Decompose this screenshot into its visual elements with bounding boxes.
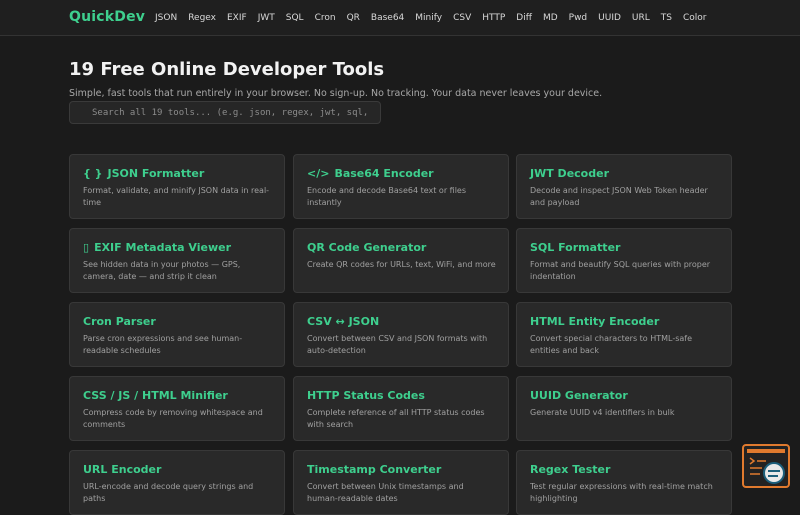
tool-card[interactable]: UUID Generator Generate UUID v4 identifie… <box>516 376 732 441</box>
tool-title-text: JSON Formatter <box>107 167 205 180</box>
nav-link[interactable]: Base64 <box>371 13 404 23</box>
nav-link[interactable]: SQL <box>286 13 304 23</box>
tool-card-description: Create QR codes for URLs, text, WiFi, an… <box>307 260 496 269</box>
nav-link[interactable]: Pwd <box>569 13 588 23</box>
tool-card-title: ▯ EXIF Metadata Viewer <box>83 241 272 254</box>
nav-link[interactable]: QR <box>347 13 360 23</box>
nav-link[interactable]: TS <box>661 13 672 23</box>
search-box[interactable] <box>69 101 381 124</box>
tool-card-description: Encode and decode Base64 text or files i… <box>307 186 467 207</box>
tool-card-description: Compress code by removing whitespace and… <box>83 408 263 429</box>
tool-card-title: Regex Tester <box>530 463 719 476</box>
nav-link[interactable]: JSON <box>155 13 177 23</box>
nav-link[interactable]: JWT <box>258 13 275 23</box>
tool-card[interactable]: SQL Formatter Format and beautify SQL que… <box>516 228 732 293</box>
tool-card[interactable]: Regex Tester Test regular expressions wit… <box>516 450 732 515</box>
tool-card-title: Timestamp Converter <box>307 463 496 476</box>
tool-card-description: Convert special characters to HTML-safe … <box>530 334 693 355</box>
tool-title-text: CSS / JS / HTML Minifier <box>83 389 228 402</box>
tool-card-description: Format, validate, and minify JSON data i… <box>83 186 270 207</box>
nav-link[interactable]: UUID <box>598 13 621 23</box>
tool-card-title: URL Encoder <box>83 463 272 476</box>
tool-card-title: JWT Decoder <box>530 167 719 180</box>
tool-card[interactable]: CSV ↔ JSON Convert between CSV and JSON f… <box>293 302 509 367</box>
tool-title-text: EXIF Metadata Viewer <box>94 241 231 254</box>
tool-card[interactable]: HTML Entity Encoder Convert special chara… <box>516 302 732 367</box>
search-input[interactable] <box>92 107 372 118</box>
tool-card[interactable]: JWT Decoder Decode and inspect JSON Web T… <box>516 154 732 219</box>
tool-card-title: QR Code Generator <box>307 241 496 254</box>
nav-link[interactable]: EXIF <box>227 13 247 23</box>
tool-icon: </> <box>307 167 330 180</box>
nav-link[interactable]: Diff <box>516 13 532 23</box>
page-title: 19 Free Online Developer Tools <box>69 59 385 80</box>
tool-card-title: </> Base64 Encoder <box>307 167 496 180</box>
tool-card-description: Convert between Unix timestamps and huma… <box>307 482 464 503</box>
tool-card-description: Convert between CSV and JSON formats wit… <box>307 334 488 355</box>
nav-link[interactable]: URL <box>632 13 650 23</box>
tool-card[interactable]: Timestamp Converter Convert between Unix … <box>293 450 509 515</box>
tool-card-title: CSS / JS / HTML Minifier <box>83 389 272 402</box>
page-subtitle: Simple, fast tools that run entirely in … <box>69 88 603 99</box>
tool-title-text: QR Code Generator <box>307 241 427 254</box>
tool-icon: ▯ <box>83 241 90 254</box>
tool-card[interactable]: CSS / JS / HTML Minifier Compress code by… <box>69 376 285 441</box>
tool-title-text: HTTP Status Codes <box>307 389 425 402</box>
nav-link[interactable]: Cron <box>315 13 336 23</box>
search-icon <box>76 107 84 119</box>
tool-card-description: URL-encode and decode query strings and … <box>83 482 254 503</box>
tool-card-description: Format and beautify SQL queries with pro… <box>530 260 711 281</box>
tool-card-title: CSV ↔ JSON <box>307 315 496 328</box>
tool-card[interactable]: HTTP Status Codes Complete reference of a… <box>293 376 509 441</box>
nav-link[interactable]: MD <box>543 13 558 23</box>
nav-link[interactable]: Color <box>683 13 707 23</box>
tool-title-text: HTML Entity Encoder <box>530 315 660 328</box>
tool-title-text: SQL Formatter <box>530 241 621 254</box>
tool-card-description: Parse cron expressions and see human-rea… <box>83 334 243 355</box>
tool-card-description: Test regular expressions with real-time … <box>530 482 713 503</box>
tool-title-text: Base64 Encoder <box>334 167 434 180</box>
tool-card-description: Generate UUID v4 identifiers in bulk <box>530 408 675 417</box>
nav-link[interactable]: Regex <box>188 13 216 23</box>
tool-card[interactable]: URL Encoder URL-encode and decode query s… <box>69 450 285 515</box>
tool-card[interactable]: { } JSON Formatter Format, validate, and m… <box>69 154 285 219</box>
tool-card[interactable]: </> Base64 Encoder Encode and decode Base6… <box>293 154 509 219</box>
tool-card-title: HTML Entity Encoder <box>530 315 719 328</box>
top-navigation-bar: QuickDev JSON Regex EXIF JWT SQL Cron QR Base64… <box>0 0 800 36</box>
tool-title-text: Regex Tester <box>530 463 611 476</box>
tool-card[interactable]: QR Code Generator Create QR codes for URL… <box>293 228 509 293</box>
tool-card-description: Complete reference of all HTTP status co… <box>307 408 485 429</box>
tool-nav: JSON Regex EXIF JWT SQL Cron QR Base64 Minify CSV… <box>155 0 718 36</box>
feedback-icon <box>747 449 785 484</box>
tool-card-description: Decode and inspect JSON Web Token header… <box>530 186 708 207</box>
nav-link[interactable]: HTTP <box>482 13 505 23</box>
tool-title-text: URL Encoder <box>83 463 162 476</box>
tool-card-title: UUID Generator <box>530 389 719 402</box>
logo-link[interactable]: QuickDev <box>69 9 145 25</box>
tool-title-text: JWT Decoder <box>530 167 609 180</box>
tool-card-title: Cron Parser <box>83 315 272 328</box>
tool-card-title: { } JSON Formatter <box>83 167 272 180</box>
tool-card-title: HTTP Status Codes <box>307 389 496 402</box>
nav-link[interactable]: CSV <box>453 13 471 23</box>
tool-title-text: Timestamp Converter <box>307 463 442 476</box>
tool-card-title: SQL Formatter <box>530 241 719 254</box>
tool-title-text: UUID Generator <box>530 389 628 402</box>
feedback-widget[interactable] <box>742 444 790 488</box>
tool-card[interactable]: Cron Parser Parse cron expressions and se… <box>69 302 285 367</box>
nav-link[interactable]: Minify <box>415 13 442 23</box>
tool-card[interactable]: ▯ EXIF Metadata Viewer See hidden data in … <box>69 228 285 293</box>
tool-title-text: CSV ↔ JSON <box>307 315 380 328</box>
tool-card-description: See hidden data in your photos — GPS, ca… <box>83 260 241 281</box>
tool-title-text: Cron Parser <box>83 315 156 328</box>
tool-icon: { } <box>83 167 103 180</box>
